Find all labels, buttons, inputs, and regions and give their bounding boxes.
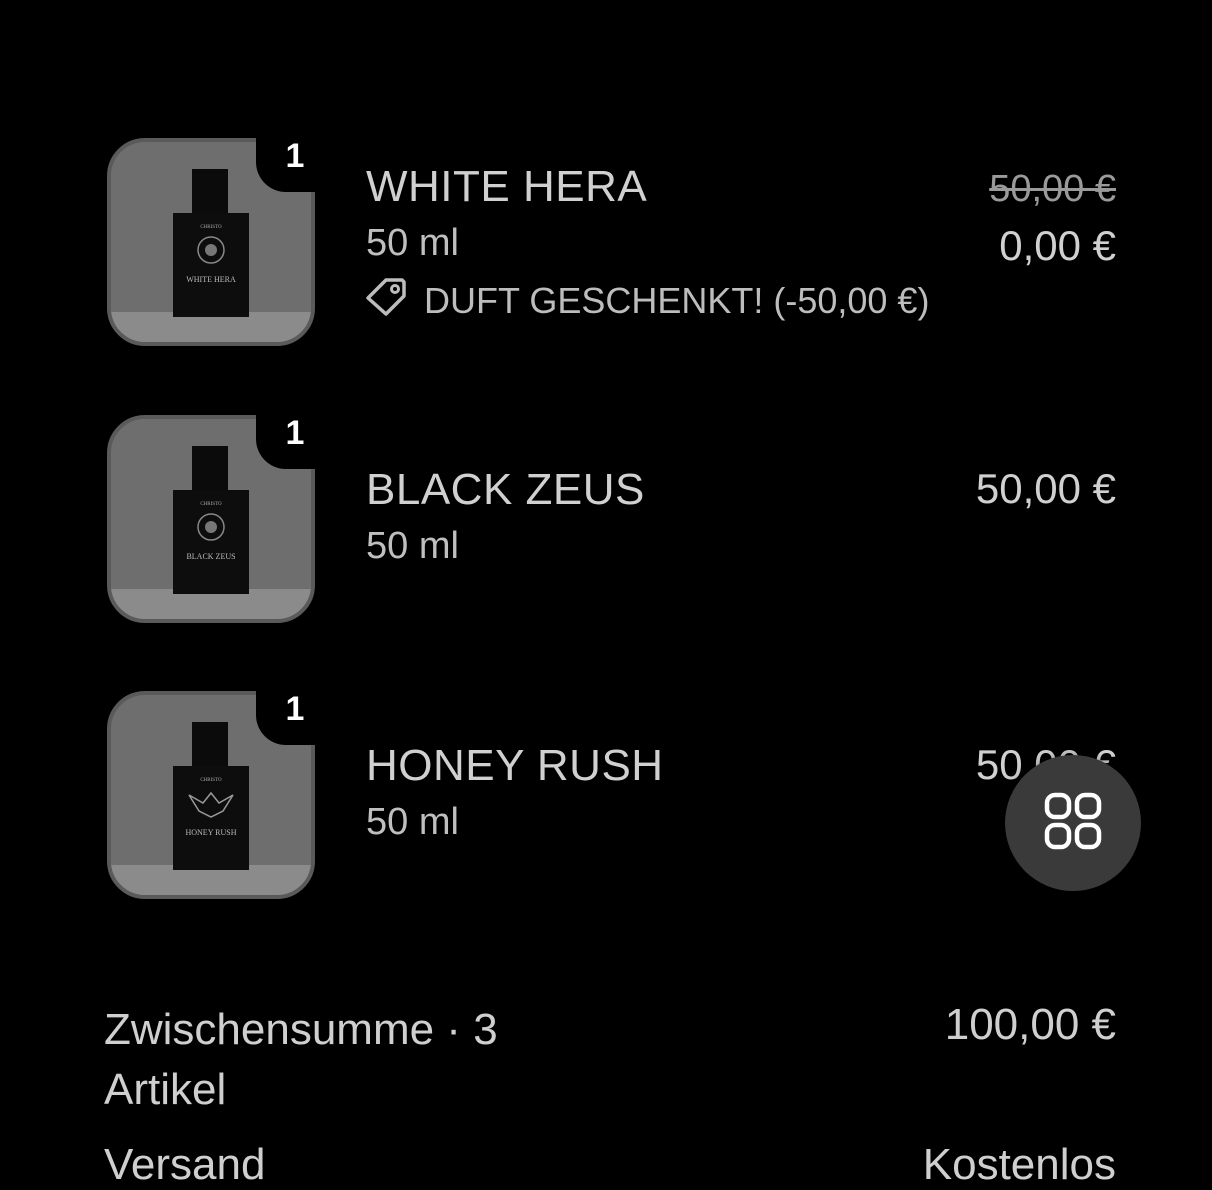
product-name: BLACK ZEUS	[366, 465, 645, 514]
grid-icon	[1044, 792, 1102, 855]
cart-item: CHRISTO BLACK ZEUS 1 BLACK ZEUS 50 ml 50…	[0, 411, 1212, 625]
shipping-value: Kostenlos	[922, 1140, 1116, 1189]
bottle-label-text: BLACK ZEUS	[186, 552, 235, 561]
quantity-badge: 1	[256, 687, 326, 745]
bottle-brand-text: CHRISTO	[200, 225, 222, 230]
product-size: 50 ml	[366, 525, 459, 567]
bottle-brand-text: CHRISTO	[200, 778, 222, 783]
discount-label: DUFT GESCHENKT! (-50,00 €)	[424, 279, 930, 321]
bottle-label-text: WHITE HERA	[186, 275, 236, 284]
tag-icon	[364, 276, 408, 325]
product-size: 50 ml	[366, 222, 459, 264]
floating-menu-button[interactable]	[1005, 755, 1141, 891]
product-name: HONEY RUSH	[366, 741, 664, 790]
item-price: 0,00 €	[999, 222, 1116, 269]
item-price: 50,00 €	[975, 465, 1116, 512]
quantity-badge: 1	[256, 411, 326, 469]
discount-line: DUFT GESCHENKT! (-50,00 €)	[364, 276, 929, 325]
subtotal-label: Zwischensumme · 3 Artikel	[104, 1005, 498, 1114]
quantity-badge: 1	[256, 134, 326, 192]
product-size: 50 ml	[366, 801, 459, 843]
original-price: 50,00 €	[989, 168, 1116, 210]
bottle-label-text: HONEY RUSH	[185, 828, 236, 837]
product-name: WHITE HERA	[366, 162, 648, 211]
bottle-brand-text: CHRISTO	[200, 502, 222, 507]
shipping-label: Versand	[104, 1140, 266, 1189]
subtotal-value: 100,00 €	[944, 1000, 1116, 1049]
cart-item: CHRISTO WHITE HERA 1 WHITE HERA 50 ml DU…	[0, 134, 1212, 348]
